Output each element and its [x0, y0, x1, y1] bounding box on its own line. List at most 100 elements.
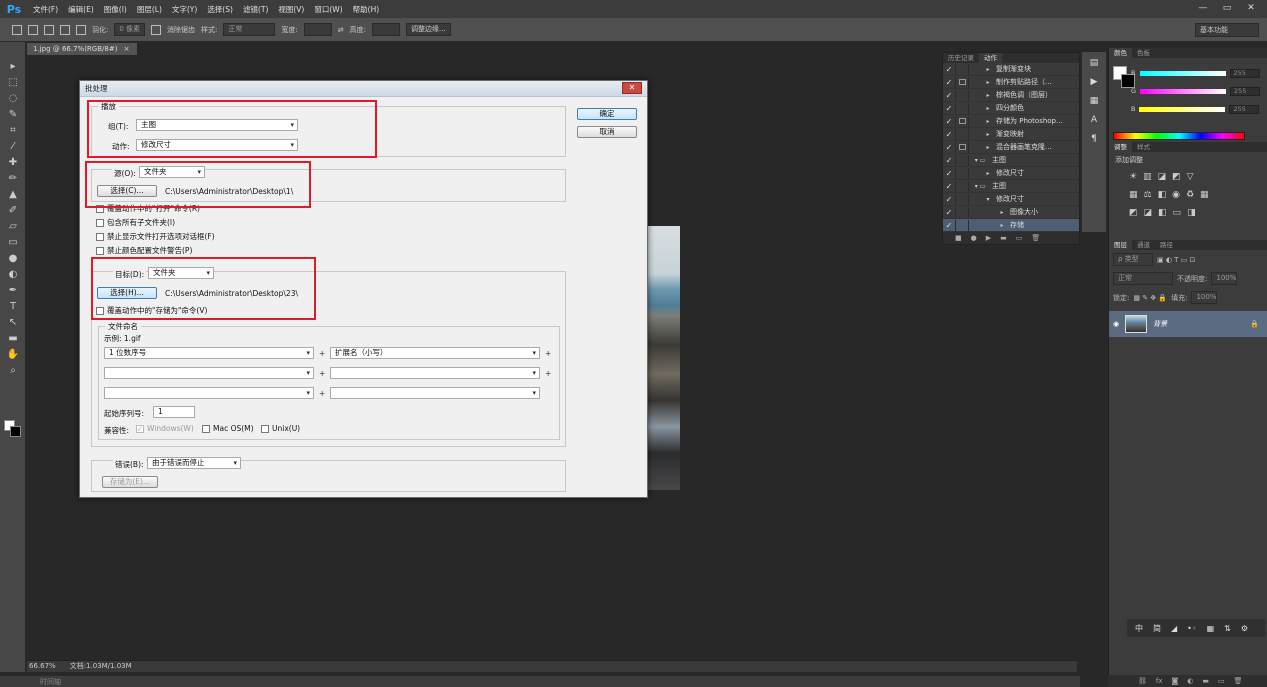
tab-swatches[interactable]: 色板: [1132, 48, 1155, 58]
action-row[interactable]: ✓ ▸ 存储为 Photoshop...: [943, 115, 1079, 128]
dialog-toggle-icon[interactable]: [955, 154, 969, 166]
ime-toggle-icon[interactable]: ⇅: [1224, 624, 1231, 633]
ime-keyboard-icon[interactable]: ▦: [1207, 624, 1215, 633]
threshold-icon[interactable]: ◧: [1158, 208, 1167, 218]
action-check-icon[interactable]: ✓: [943, 143, 955, 152]
errors-select[interactable]: 由于错误而停止: [147, 457, 241, 469]
suppress-profile-warning-checkbox[interactable]: 禁止颜色配置文件警告(P): [96, 245, 192, 256]
gradient-map-icon[interactable]: ▭: [1173, 208, 1182, 218]
photo-filter-icon[interactable]: ◉: [1172, 190, 1180, 200]
action-row[interactable]: ✓ ▸ 渐变映射: [943, 128, 1079, 141]
vibrance-icon[interactable]: ▽: [1187, 172, 1194, 182]
new-selection-icon[interactable]: [28, 24, 38, 35]
black-white-icon[interactable]: ◧: [1158, 190, 1167, 200]
ime-punctuation-icon[interactable]: •◦: [1187, 624, 1196, 633]
intersect-selection-icon[interactable]: [76, 24, 86, 35]
hand-tool-icon[interactable]: ✋: [0, 346, 26, 362]
menu-filter[interactable]: 滤镜(T): [238, 4, 273, 15]
channel-mixer-icon[interactable]: ♻: [1186, 190, 1194, 200]
marquee-tool-icon[interactable]: [12, 24, 22, 35]
paragraph-panel-icon[interactable]: ¶: [1085, 131, 1103, 147]
hue-saturation-icon[interactable]: ▦: [1129, 190, 1138, 200]
brightness-icon[interactable]: ☀: [1129, 172, 1137, 182]
unix-checkbox[interactable]: Unix(U): [261, 424, 300, 433]
action-row[interactable]: ✓ ▸ 存储: [943, 219, 1079, 232]
marquee-tool-icon[interactable]: ⬚: [0, 74, 26, 90]
expand-triangle-icon[interactable]: ▾ ▭: [971, 183, 989, 190]
opacity-input[interactable]: 100%: [1211, 272, 1238, 285]
action-row[interactable]: ✓ ▸ 制作剪贴路径（...: [943, 76, 1079, 89]
destination-select[interactable]: 文件夹: [148, 267, 214, 279]
antialias-checkbox[interactable]: [151, 24, 162, 35]
cancel-button[interactable]: 取消: [577, 126, 637, 138]
dialog-toggle-icon[interactable]: [955, 219, 969, 231]
subtract-selection-icon[interactable]: [60, 24, 70, 35]
new-set-icon[interactable]: ▬: [1000, 234, 1007, 242]
width-input[interactable]: [303, 23, 332, 36]
menu-edit[interactable]: 编辑(E): [63, 4, 99, 15]
action-check-icon[interactable]: ✓: [943, 130, 955, 139]
crop-tool-icon[interactable]: ⌗: [0, 122, 26, 138]
link-layers-icon[interactable]: ⛓: [1138, 677, 1147, 685]
lasso-tool-icon[interactable]: ◌: [0, 90, 26, 106]
healing-tool-icon[interactable]: ✚: [0, 154, 26, 170]
menu-layer[interactable]: 图层(L): [132, 4, 167, 15]
dialog-toggle-icon[interactable]: [955, 167, 969, 179]
action-check-icon[interactable]: ✓: [943, 78, 955, 87]
new-layer-icon[interactable]: ▭: [1218, 677, 1225, 685]
dialog-close-button[interactable]: ✕: [622, 82, 642, 94]
invert-icon[interactable]: ◩: [1129, 208, 1138, 218]
eraser-tool-icon[interactable]: ▱: [0, 218, 26, 234]
menu-type[interactable]: 文字(Y): [167, 4, 202, 15]
pen-tool-icon[interactable]: ✒: [0, 282, 26, 298]
layer-name[interactable]: 背景: [1153, 319, 1167, 329]
tab-paths[interactable]: 路径: [1155, 240, 1178, 250]
doc-info[interactable]: 文档:1.03M/1.03M: [70, 661, 132, 671]
set-select[interactable]: 主图: [136, 119, 298, 131]
action-row[interactable]: ✓ ▸ 修改尺寸: [943, 167, 1079, 180]
menu-file[interactable]: 文件(F): [28, 4, 63, 15]
action-row[interactable]: ✓ ▸ 混合器画笔克隆...: [943, 141, 1079, 154]
history-brush-tool-icon[interactable]: ✐: [0, 202, 26, 218]
zoom-tool-icon[interactable]: ⌕: [0, 362, 26, 378]
naming-field-4[interactable]: [330, 367, 540, 379]
expand-triangle-icon[interactable]: ▸: [983, 105, 993, 112]
close-window-button[interactable]: ✕: [1241, 2, 1261, 15]
levels-icon[interactable]: ▥: [1143, 172, 1152, 182]
ok-button[interactable]: 确定: [577, 108, 637, 120]
slider-b[interactable]: B 255: [1131, 104, 1261, 114]
tab-history[interactable]: 历史记录: [943, 53, 979, 63]
dialog-toggle-icon[interactable]: [955, 76, 969, 88]
action-select[interactable]: 修改尺寸: [136, 139, 298, 151]
style-select[interactable]: 正常: [223, 23, 276, 36]
windows-checkbox[interactable]: ✓ Windows(W): [136, 424, 194, 433]
group-icon[interactable]: ▬: [1202, 677, 1209, 685]
timeline-panel[interactable]: 时间轴: [0, 675, 1080, 687]
action-check-icon[interactable]: ✓: [943, 208, 955, 217]
tab-layers[interactable]: 图层: [1109, 240, 1132, 250]
record-icon[interactable]: ●: [971, 234, 977, 242]
expand-triangle-icon[interactable]: ▸: [983, 118, 993, 125]
action-row[interactable]: ✓ ▾ ▭ 主图: [943, 180, 1079, 193]
action-check-icon[interactable]: ✓: [943, 156, 955, 165]
naming-field-2[interactable]: 扩展名（小写）: [330, 347, 540, 359]
naming-field-6[interactable]: [330, 387, 540, 399]
dialog-toggle-icon[interactable]: [955, 115, 969, 127]
stop-icon[interactable]: ■: [955, 234, 962, 242]
macos-checkbox[interactable]: Mac OS(M): [202, 424, 254, 433]
color-lookup-icon[interactable]: ▦: [1200, 190, 1209, 200]
dialog-toggle-icon[interactable]: [955, 193, 969, 205]
expand-triangle-icon[interactable]: ▸: [997, 209, 1007, 216]
dialog-toggle-icon[interactable]: [955, 89, 969, 101]
errors-save-as-button[interactable]: 存储为(E)...: [102, 476, 158, 488]
action-row[interactable]: ✓ ▸ 复制渐变块: [943, 63, 1079, 76]
expand-triangle-icon[interactable]: ▸: [983, 170, 993, 177]
workspace-select[interactable]: 基本功能: [1195, 23, 1259, 37]
include-subfolders-checkbox[interactable]: 包含所有子文件夹(I): [96, 217, 175, 228]
dialog-toggle-icon[interactable]: [955, 63, 969, 75]
selective-color-icon[interactable]: ◨: [1187, 208, 1196, 218]
lock-icons[interactable]: ▦ ✎ ✥ 🔒: [1133, 294, 1167, 302]
expand-triangle-icon[interactable]: ▸: [983, 131, 993, 138]
feather-input[interactable]: 0 像素: [114, 23, 146, 36]
ime-simplified-icon[interactable]: 简: [1153, 623, 1161, 634]
